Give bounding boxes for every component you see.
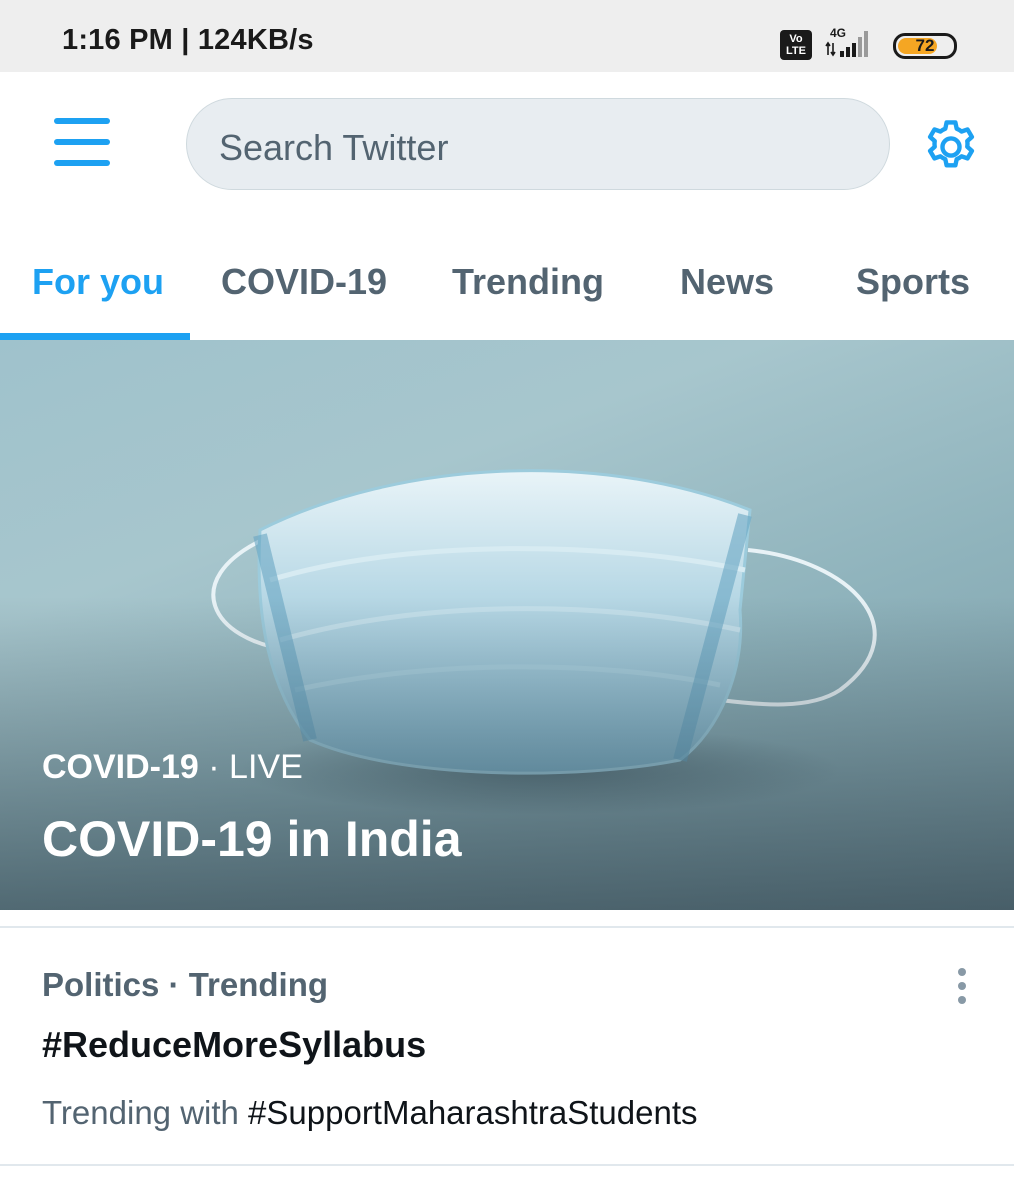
more-vertical-icon[interactable]: [948, 966, 976, 1006]
explore-tabs: For you COVID-19 Trending News Sports: [0, 217, 1014, 340]
trend-meta: Politics · Trending: [42, 966, 329, 1003]
top-bar: Search Twitter: [0, 72, 1014, 217]
battery-level: 72: [915, 36, 935, 55]
tab-news[interactable]: News: [680, 261, 774, 303]
search-input[interactable]: Search Twitter: [186, 98, 890, 190]
trend-related-prefix: Trending with: [42, 1094, 249, 1131]
hero-separator: ·: [198, 748, 230, 786]
divider: [0, 910, 1014, 928]
trend-related-hashtag[interactable]: #SupportMaharashtraStudents: [248, 1094, 697, 1131]
volte-icon: Vo LTE: [780, 30, 812, 60]
hero-meta: COVID-19 · LIVE: [42, 748, 303, 787]
trend-title: #ReduceMoreSyllabus: [42, 1024, 427, 1065]
hero-live-status: LIVE: [229, 748, 303, 786]
menu-icon[interactable]: [54, 118, 110, 168]
trend-related: Trending with #SupportMaharashtraStudent…: [42, 1094, 698, 1132]
battery-icon: 72: [893, 33, 957, 59]
trend-item[interactable]: Politics · Trending #ReduceMoreSyllabus …: [0, 928, 1014, 1166]
search-placeholder: Search Twitter: [219, 127, 449, 168]
hero-category: COVID-19: [42, 748, 199, 786]
hero-event-card[interactable]: COVID-19 · LIVE COVID-19 in India: [0, 340, 1014, 910]
svg-text:4G: 4G: [830, 26, 846, 40]
tab-sports[interactable]: Sports: [856, 261, 970, 303]
tab-trending[interactable]: Trending: [452, 261, 604, 303]
hero-title: COVID-19 in India: [42, 811, 462, 867]
active-tab-indicator: [0, 333, 190, 340]
status-bar: 1:16 PM | 124KB/s Vo LTE 4G 72: [0, 0, 1014, 72]
gear-icon[interactable]: [920, 116, 982, 178]
volte-label: Vo LTE: [786, 33, 806, 57]
tab-covid-19[interactable]: COVID-19: [221, 261, 387, 303]
tab-for-you[interactable]: For you: [32, 261, 164, 303]
status-time-speed: 1:16 PM | 124KB/s: [62, 24, 314, 56]
signal-icon: 4G: [825, 26, 868, 57]
